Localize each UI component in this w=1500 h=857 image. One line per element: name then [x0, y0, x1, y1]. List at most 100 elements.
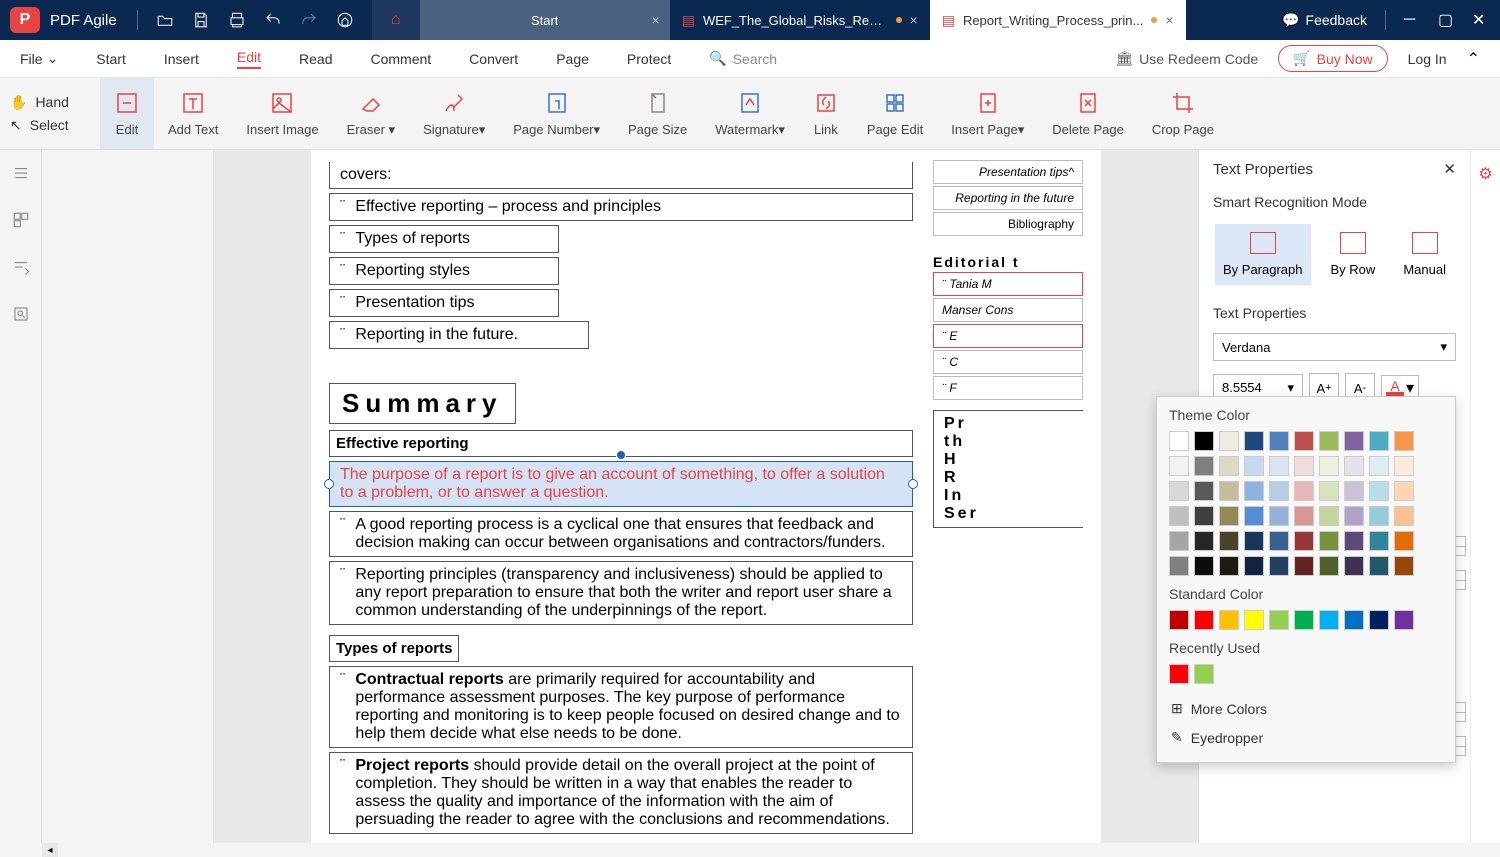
nav-item[interactable]: Manser Cons [933, 298, 1083, 322]
menu-start[interactable]: Start [96, 51, 126, 67]
print-icon[interactable] [228, 11, 246, 29]
scroll-left-icon[interactable]: ◂ [42, 843, 58, 857]
color-swatch[interactable] [1169, 506, 1189, 526]
close-icon[interactable]: × [910, 12, 918, 28]
close-window-icon[interactable]: ✕ [1472, 10, 1488, 30]
buy-now-button[interactable]: 🛒 Buy Now [1278, 45, 1387, 72]
text-block[interactable]: covers: [329, 162, 913, 189]
color-swatch[interactable] [1319, 456, 1339, 476]
tool-hand[interactable]: ✋Hand [10, 94, 90, 111]
color-swatch[interactable] [1244, 431, 1264, 451]
open-icon[interactable] [156, 11, 174, 29]
close-panel-icon[interactable]: ✕ [1443, 160, 1456, 178]
color-swatch[interactable] [1244, 531, 1264, 551]
annotation-icon[interactable] [12, 258, 30, 281]
menu-comment[interactable]: Comment [370, 51, 431, 67]
tool-insert-image[interactable]: Insert Image [232, 78, 332, 149]
nav-item[interactable]: Bibliography [933, 212, 1083, 236]
color-swatch[interactable] [1394, 431, 1414, 451]
color-swatch[interactable] [1394, 531, 1414, 551]
color-swatch[interactable] [1294, 531, 1314, 551]
color-swatch[interactable] [1244, 456, 1264, 476]
color-swatch[interactable] [1344, 556, 1364, 576]
nav-item[interactable]: ¨ E [933, 324, 1083, 348]
text-block[interactable]: Reporting principles (transparency and i… [329, 561, 913, 625]
color-swatch[interactable] [1169, 556, 1189, 576]
undo-icon[interactable] [264, 11, 282, 29]
color-swatch[interactable] [1169, 481, 1189, 501]
menu-edit[interactable]: Edit [237, 49, 261, 69]
color-swatch[interactable] [1169, 664, 1189, 684]
color-swatch[interactable] [1319, 556, 1339, 576]
list-view-icon[interactable] [12, 164, 30, 187]
color-swatch[interactable] [1344, 506, 1364, 526]
search-input[interactable]: 🔍 Search [709, 50, 777, 67]
more-colors-button[interactable]: ⊞ More Colors [1169, 694, 1443, 723]
color-swatch[interactable] [1369, 506, 1389, 526]
text-block[interactable]: Types of reports [329, 225, 559, 253]
text-block[interactable]: Reporting styles [329, 257, 559, 285]
tab-document-1[interactable]: ▤ WEF_The_Global_Risks_Repo... × [670, 0, 930, 40]
menu-convert[interactable]: Convert [469, 51, 518, 67]
horizontal-scrollbar[interactable]: ◂ [0, 843, 1500, 857]
text-block[interactable]: A good reporting process is a cyclical o… [329, 511, 913, 557]
color-swatch[interactable] [1319, 531, 1339, 551]
redo-icon[interactable] [300, 11, 318, 29]
tool-page-size[interactable]: Page Size [614, 78, 701, 149]
color-swatch[interactable] [1369, 531, 1389, 551]
close-icon[interactable]: × [652, 12, 660, 28]
color-swatch[interactable] [1269, 431, 1289, 451]
selected-text-block[interactable]: The purpose of a report is to give an ac… [329, 461, 913, 507]
color-swatch[interactable] [1219, 506, 1239, 526]
thumbnail-pane[interactable] [42, 150, 214, 843]
color-swatch[interactable] [1169, 610, 1189, 630]
menu-file[interactable]: File ⌄ [20, 50, 58, 67]
color-swatch[interactable] [1219, 481, 1239, 501]
nav-item[interactable]: Reporting in the future [933, 186, 1083, 210]
redeem-code-button[interactable]: 🏛 Use Redeem Code [1115, 50, 1258, 67]
color-swatch[interactable] [1294, 456, 1314, 476]
feedback-button[interactable]: 💬 Feedback [1282, 12, 1367, 29]
color-swatch[interactable] [1319, 506, 1339, 526]
subheading[interactable]: Types of reports [329, 635, 459, 662]
color-swatch[interactable] [1394, 556, 1414, 576]
menu-read[interactable]: Read [299, 51, 332, 67]
search-panel-icon[interactable] [12, 305, 30, 328]
text-block[interactable]: Project reports should provide detail on… [329, 752, 913, 834]
color-swatch[interactable] [1194, 531, 1214, 551]
color-swatch[interactable] [1269, 531, 1289, 551]
color-swatch[interactable] [1319, 610, 1339, 630]
color-swatch[interactable] [1394, 610, 1414, 630]
color-swatch[interactable] [1194, 431, 1214, 451]
tool-watermark[interactable]: Watermark▾ [701, 78, 799, 149]
color-swatch[interactable] [1194, 456, 1214, 476]
close-icon[interactable]: × [1165, 12, 1173, 28]
color-swatch[interactable] [1319, 481, 1339, 501]
color-swatch[interactable] [1369, 481, 1389, 501]
document-canvas[interactable]: covers: Effective reporting – process an… [214, 150, 1198, 843]
color-swatch[interactable] [1344, 456, 1364, 476]
mode-by-paragraph[interactable]: By Paragraph [1215, 224, 1311, 285]
color-swatch[interactable] [1269, 506, 1289, 526]
color-swatch[interactable] [1394, 506, 1414, 526]
color-swatch[interactable] [1344, 610, 1364, 630]
color-swatch[interactable] [1344, 481, 1364, 501]
color-swatch[interactable] [1194, 506, 1214, 526]
color-swatch[interactable] [1169, 531, 1189, 551]
maximize-icon[interactable]: ▢ [1438, 10, 1454, 30]
tool-edit[interactable]: Edit [100, 78, 154, 149]
color-swatch[interactable] [1369, 610, 1389, 630]
menu-insert[interactable]: Insert [164, 51, 199, 67]
tool-page-number[interactable]: Page Number▾ [499, 78, 614, 149]
nav-item[interactable]: Presentation tips ^ [933, 160, 1083, 184]
tool-eraser[interactable]: Eraser ▾ [333, 78, 409, 149]
login-button[interactable]: Log In [1408, 51, 1447, 67]
home-icon[interactable] [336, 11, 354, 29]
color-swatch[interactable] [1394, 481, 1414, 501]
color-swatch[interactable] [1369, 431, 1389, 451]
font-family-select[interactable]: Verdana▾ [1213, 333, 1456, 361]
tool-add-text[interactable]: Add Text [154, 78, 232, 149]
color-swatch[interactable] [1269, 610, 1289, 630]
color-swatch[interactable] [1219, 531, 1239, 551]
menu-protect[interactable]: Protect [627, 51, 671, 67]
